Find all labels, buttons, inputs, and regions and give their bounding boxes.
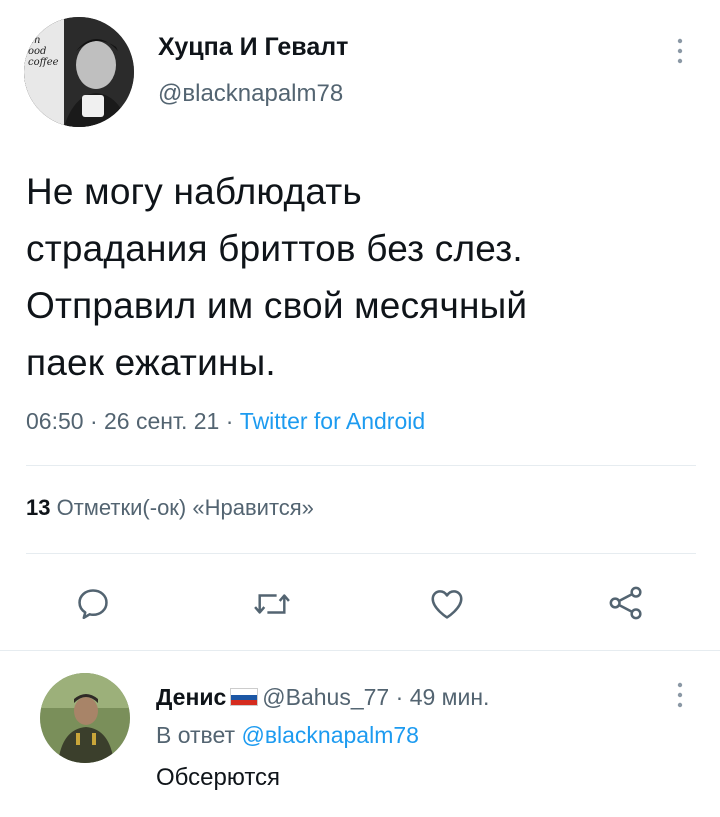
reply-header: Денис @Bahus_77 · 49 мин. <box>156 684 489 711</box>
reply-text: Обсерются <box>156 764 281 791</box>
likes-row[interactable]: 13 Отметки(-ок) «Нравится» <box>26 495 314 521</box>
reply-author-avatar[interactable] <box>40 673 130 763</box>
meta-separator: · <box>395 684 404 710</box>
tweet-text: Не могу наблюдать страдания бриттов без … <box>26 163 527 391</box>
retweet-button[interactable] <box>252 585 292 623</box>
tweet-text-line: Не могу наблюдать <box>26 171 362 212</box>
meta-separator: · <box>225 408 234 434</box>
tweet-text-line: страдания бриттов без слез. <box>26 228 523 269</box>
retweet-icon <box>254 594 290 614</box>
reply-time: 49 мин. <box>409 684 490 710</box>
likes-count: 13 <box>26 495 51 520</box>
reply-icon <box>78 589 108 620</box>
more-options-button[interactable] <box>668 36 692 66</box>
likes-label: Отметки(-ок) «Нравится» <box>56 495 314 520</box>
reply-author-handle[interactable]: @Bahus_77 <box>262 684 389 710</box>
like-button[interactable] <box>427 585 467 623</box>
russia-flag-icon <box>230 688 259 707</box>
avatar-caption-2: ood <box>28 46 47 57</box>
tweet-source-link[interactable]: Twitter for Android <box>240 408 425 434</box>
tweet-time: 06:50 <box>26 408 84 434</box>
share-button[interactable] <box>606 583 646 623</box>
divider <box>0 650 720 651</box>
author-avatar[interactable]: an ood coffee <box>24 17 134 127</box>
share-icon <box>609 586 642 620</box>
reply-author-name[interactable]: Денис <box>156 684 226 710</box>
in-reply-to: В ответ @вlacknapalm78 <box>156 722 419 749</box>
meta-separator: · <box>89 408 98 434</box>
like-icon <box>431 590 463 619</box>
in-reply-to-handle[interactable]: @вlacknapalm78 <box>241 722 419 748</box>
author-handle[interactable]: @вlacknapalm78 <box>158 80 343 108</box>
divider <box>26 465 696 466</box>
reply-button[interactable] <box>74 585 112 623</box>
tweet-date: 26 сент. 21 <box>104 408 220 434</box>
tweet-text-line: паек ежатины. <box>26 342 276 383</box>
avatar-photo-icon <box>24 17 134 127</box>
more-vertical-icon <box>677 682 683 708</box>
in-reply-to-prefix: В ответ <box>156 722 236 748</box>
tweet-text-line: Отправил им свой месячный <box>26 285 528 326</box>
reply-more-options-button[interactable] <box>668 680 692 710</box>
divider <box>26 553 696 554</box>
tweet-meta: 06:50 · 26 сент. 21 · Twitter for Androi… <box>26 408 425 435</box>
reply-avatar-photo-icon <box>40 673 130 763</box>
more-vertical-icon <box>677 38 683 64</box>
avatar-caption-3: coffee <box>28 57 59 68</box>
avatar-caption-1: an <box>28 35 41 46</box>
author-name[interactable]: Хуцпа И Гевалт <box>158 33 348 62</box>
